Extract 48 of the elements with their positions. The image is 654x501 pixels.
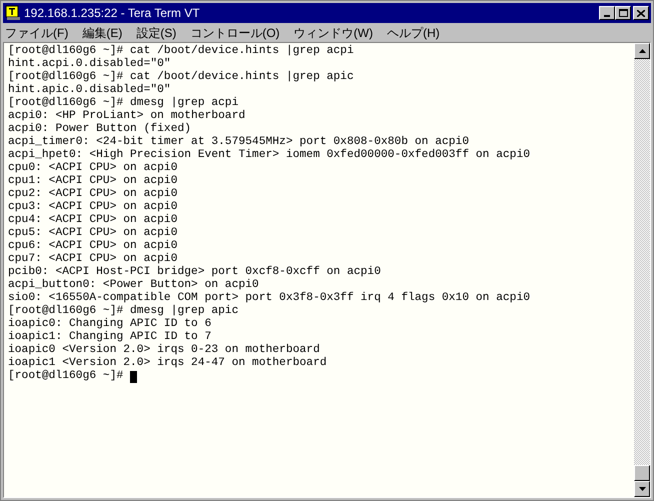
terminal-line: cpu1: <ACPI CPU> on acpi0 xyxy=(8,175,178,187)
menu-item[interactable]: ヘルプ(H) xyxy=(386,24,440,42)
terminal-line: hint.apic.0.disabled="0" xyxy=(8,84,171,96)
terminal-line: cpu4: <ACPI CPU> on acpi0 xyxy=(8,214,178,226)
terminal-line: cpu0: <ACPI CPU> on acpi0 xyxy=(8,162,178,174)
terminal-line: [root@dl160g6 ~]# cat /boot/device.hints |grep apic xyxy=(8,71,354,83)
menu-item[interactable]: 設定(S) xyxy=(136,24,176,42)
terminal-line: cpu6: <ACPI CPU> on acpi0 xyxy=(8,240,178,252)
terminal-line: acpi_hpet0: <High Precision Event Timer> iomem 0xfed00000-0xfed003ff on acpi0 xyxy=(8,149,530,161)
maximize-icon xyxy=(618,9,628,17)
terminal-line: hint.acpi.0.disabled="0" xyxy=(8,58,171,70)
terminal-line: pcib0: <ACPI Host-PCI bridge> port 0xcf8-0xcff on acpi0 xyxy=(8,266,381,278)
terminal-line: ioapic0: Changing APIC ID to 6 xyxy=(8,318,212,330)
up-arrow-icon xyxy=(638,49,646,53)
scroll-down-button[interactable] xyxy=(634,481,650,497)
terminal-line: acpi0: Power Button (fixed) xyxy=(8,123,192,135)
terminal-line: [root@dl160g6 ~]# dmesg |grep acpi xyxy=(8,97,238,109)
terminal-line: cpu7: <ACPI CPU> on acpi0 xyxy=(8,253,178,265)
menu-item[interactable]: ファイル(F) xyxy=(5,24,68,42)
cursor-icon xyxy=(130,370,138,382)
terminal-line: cpu5: <ACPI CPU> on acpi0 xyxy=(8,227,178,239)
terminal-line: [root@dl160g6 ~]# dmesg |grep apic xyxy=(8,305,238,317)
terminal-line: cpu2: <ACPI CPU> on acpi0 xyxy=(8,188,178,200)
window-title: 192.168.1.235:22 - Tera Term VT xyxy=(24,5,201,22)
terminal-line: ioapic1 <Version 2.0> irqs 24-47 on motherboard xyxy=(8,357,327,369)
scroll-up-button[interactable] xyxy=(634,43,650,59)
terminal-line: acpi0: <HP ProLiant> on motherboard xyxy=(8,110,246,122)
terminal-line: acpi_button0: <Power Button> on acpi0 xyxy=(8,279,259,291)
close-icon xyxy=(637,10,645,16)
terminal-line: [root@dl160g6 ~]# cat /boot/device.hints |grep acpi xyxy=(8,45,354,57)
terminal-line: sio0: <16550A-compatible COM port> port 0x3f8-0x3ff irq 4 flags 0x10 on acpi0 xyxy=(8,292,530,304)
terminal-line: acpi_timer0: <24-bit timer at 3.579545MHz> port 0x808-0x80b on acpi0 xyxy=(8,136,469,148)
terminal-line: cpu3: <ACPI CPU> on acpi0 xyxy=(8,201,178,213)
terminal-line: ioapic1: Changing APIC ID to 7 xyxy=(8,331,212,343)
maximize-button[interactable] xyxy=(615,6,631,20)
scroll-thumb[interactable] xyxy=(634,465,650,481)
terminal-screen[interactable] xyxy=(4,43,634,497)
minimize-icon xyxy=(604,15,610,17)
minimize-button[interactable] xyxy=(599,6,615,20)
down-arrow-icon xyxy=(638,487,646,491)
menu-item[interactable]: ウィンドウ(W) xyxy=(294,24,373,42)
app-icon xyxy=(5,5,21,21)
menu-item[interactable]: コントロール(O) xyxy=(190,24,280,42)
scrollbar[interactable] xyxy=(634,43,650,497)
close-button[interactable] xyxy=(633,6,649,20)
terminal-prompt: [root@dl160g6 ~]# xyxy=(8,370,124,383)
terminal-line: ioapic0 <Version 2.0> irqs 0-23 on motherboard xyxy=(8,344,320,356)
menu-item[interactable]: 編集(E) xyxy=(82,24,122,42)
